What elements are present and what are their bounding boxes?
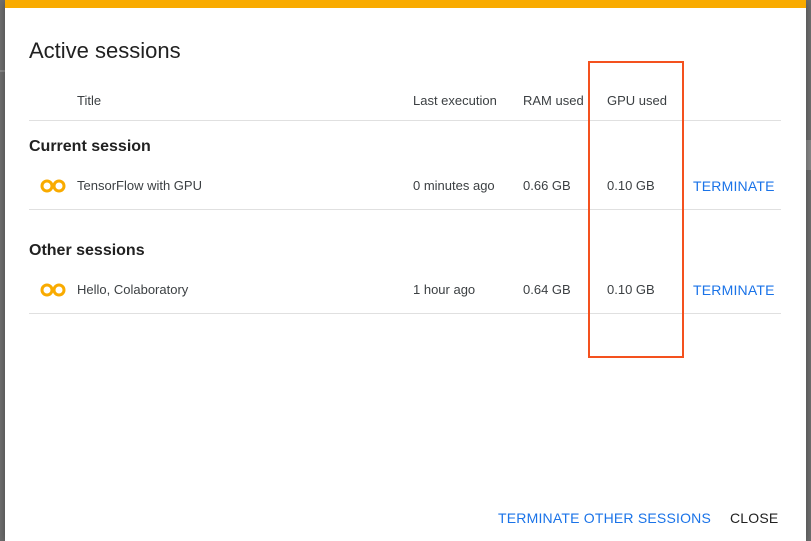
session-title[interactable]: Hello, Colaboratory: [77, 282, 188, 297]
session-ram-used: 0.66 GB: [523, 178, 571, 193]
close-button[interactable]: CLOSE: [730, 510, 778, 526]
terminate-current-button[interactable]: TERMINATE: [693, 178, 775, 194]
terminate-other-button[interactable]: TERMINATE: [693, 282, 775, 298]
column-header-title: Title: [77, 93, 102, 108]
current-session-heading: Current session: [29, 138, 151, 155]
session-ram-used: 0.64 GB: [523, 282, 571, 297]
session-last-execution: 1 hour ago: [413, 282, 476, 297]
column-header-last-execution: Last execution: [413, 93, 497, 108]
dialog-title: Active sessions: [29, 38, 181, 63]
session-title[interactable]: TensorFlow with GPU: [77, 178, 202, 193]
other-sessions-heading: Other sessions: [29, 242, 145, 259]
active-sessions-dialog: Active sessions Title Last execution RAM…: [5, 0, 806, 541]
terminate-other-sessions-button[interactable]: TERMINATE OTHER SESSIONS: [498, 510, 711, 526]
background-fragment: [806, 140, 811, 170]
colab-logo-icon: [40, 179, 66, 193]
colab-logo-icon: [40, 283, 66, 297]
session-last-execution: 0 minutes ago: [413, 178, 495, 193]
gpu-column-highlight: [588, 61, 684, 358]
column-header-ram-used: RAM used: [523, 93, 584, 108]
